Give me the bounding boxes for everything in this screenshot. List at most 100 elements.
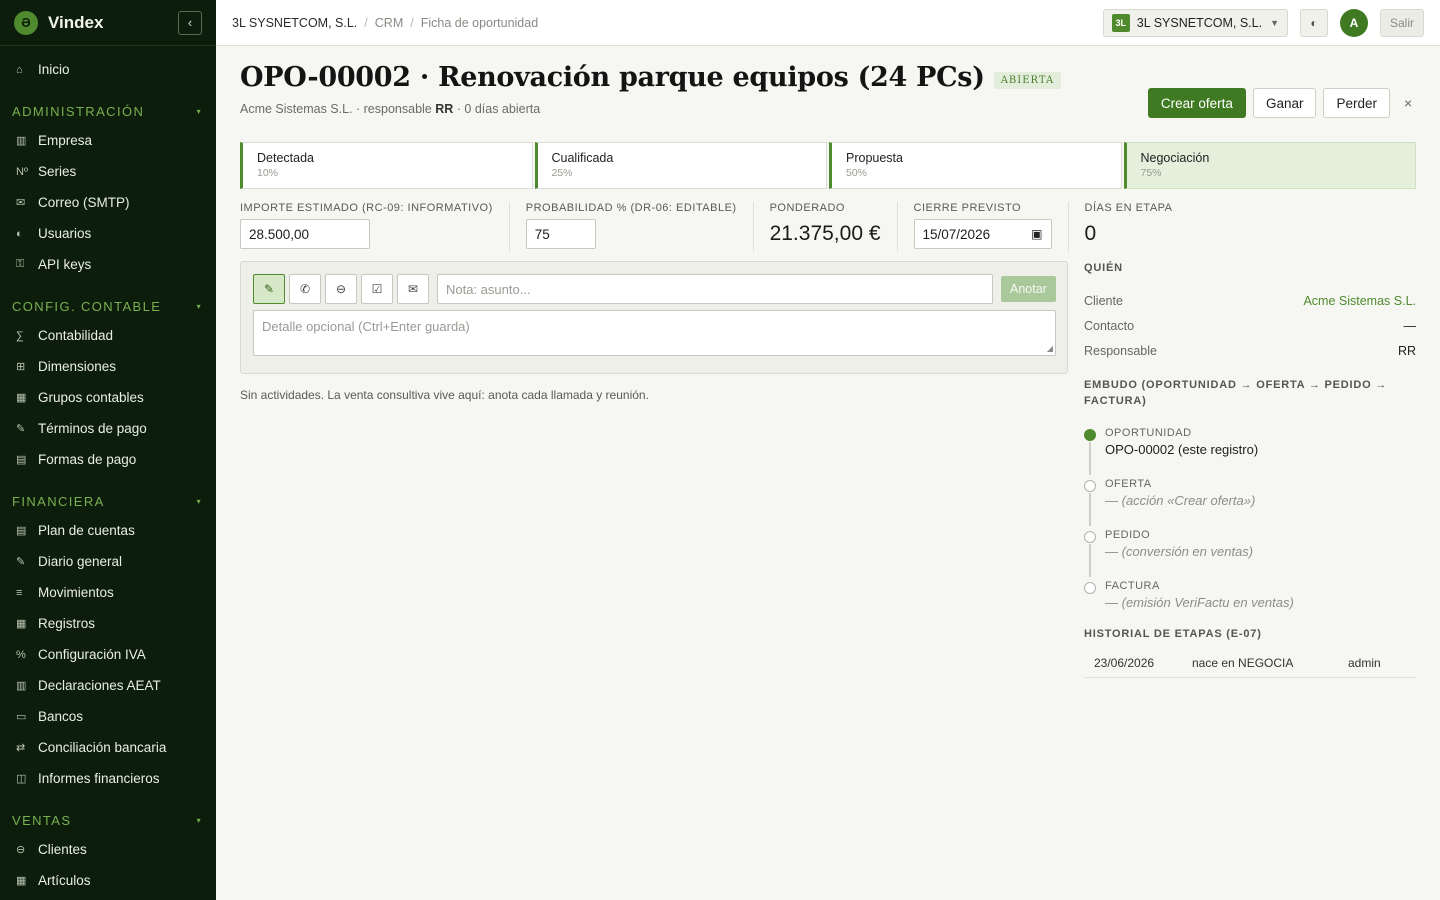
caret-down-icon: ▼: [1270, 17, 1279, 28]
tax-icon: ▥: [16, 680, 27, 692]
subject-input[interactable]: Nota: asunto...: [437, 274, 993, 304]
sidebar-item-articulos[interactable]: ▦ Artículos: [0, 865, 216, 896]
resize-grip-icon[interactable]: ◢: [1047, 344, 1053, 353]
email-tool-button[interactable]: ✉: [397, 274, 429, 304]
who-row-cliente: Cliente Acme Sistemas S.L.: [1084, 288, 1416, 313]
meeting-icon: ⊖: [335, 282, 347, 296]
sidebar-item-label: Informes financieros: [38, 771, 160, 786]
detail-placeholder: Detalle opcional (Ctrl+Enter guarda): [262, 319, 470, 334]
calendar-icon[interactable]: ▣: [1031, 227, 1042, 241]
funnel-step-oportunidad: OPORTUNIDAD OPO-00002 (este registro): [1084, 423, 1416, 475]
sidebar-item-series[interactable]: Nº Series: [0, 156, 216, 187]
history-row: 23/06/2026 nace en NEGOCIA admin: [1084, 648, 1416, 678]
stage-percent: 10%: [257, 167, 279, 179]
detail-textarea[interactable]: Detalle opcional (Ctrl+Enter guarda) ◢: [253, 310, 1056, 356]
sidebar-item-registros[interactable]: ▦ Registros: [0, 608, 216, 639]
sidebar-item-dimensiones[interactable]: ⊞ Dimensiones: [0, 351, 216, 382]
sidebar-item-inicio[interactable]: ⌂ Inicio: [0, 54, 216, 85]
ledger-icon: ▤: [16, 525, 27, 537]
timeline-line: [1089, 442, 1091, 475]
page-title: OPO-00002 · Renovación parque equipos (2…: [240, 62, 985, 93]
stage-propuesta[interactable]: Propuesta 50%: [829, 142, 1122, 189]
company-badge: 3L: [1111, 13, 1130, 32]
sidebar-item-bancos[interactable]: ▭ Bancos: [0, 701, 216, 732]
funnel-step-factura: FACTURA — (emisión VeriFactu en ventas): [1084, 576, 1416, 620]
collapse-sidebar-button[interactable]: ‹: [178, 10, 202, 35]
amount-input[interactable]: 28.500,00: [240, 219, 370, 249]
who-heading: QUIÉN: [1084, 262, 1123, 274]
client-link[interactable]: Acme Sistemas S.L.: [1303, 294, 1416, 308]
stage-percent: 75%: [1140, 167, 1162, 179]
sidebar-item-informes[interactable]: ◫ Informes financieros: [0, 763, 216, 794]
stage-negociacion[interactable]: Negociación 75%: [1123, 142, 1416, 189]
meeting-tool-button[interactable]: ⊖: [325, 274, 357, 304]
company-selector[interactable]: 3L 3L SYSNETCOM, S.L. ▼: [1102, 8, 1288, 37]
who-key: Cliente: [1084, 293, 1123, 308]
sidebar-item-terminos-pago[interactable]: ✎ Términos de pago: [0, 413, 216, 444]
task-tool-button[interactable]: ☑: [361, 274, 393, 304]
section-administracion[interactable]: ADMINISTRACIÓN ▾: [0, 97, 216, 125]
sidebar-item-diario-general[interactable]: ✎ Diario general: [0, 546, 216, 577]
stage-name: Propuesta: [846, 151, 903, 165]
win-button[interactable]: Ganar: [1252, 88, 1317, 118]
sidebar-item-clientes[interactable]: ⊖ Clientes: [0, 834, 216, 865]
close-date-input[interactable]: 15/07/2026 ▣: [913, 219, 1052, 249]
stage-detectada[interactable]: Detectada 10%: [240, 142, 533, 189]
breadcrumb-crm[interactable]: CRM: [375, 16, 403, 30]
sidebar-item-conciliacion[interactable]: ⇄ Conciliación bancaria: [0, 732, 216, 763]
annotate-button[interactable]: Anotar: [1001, 276, 1056, 302]
section-config-contable[interactable]: CONFIG. CONTABLE ▾: [0, 292, 216, 320]
metric-label: PONDERADO: [769, 202, 845, 214]
stage-percent: 25%: [551, 167, 573, 179]
step-label: OFERTA: [1105, 478, 1152, 490]
close-icon[interactable]: ×: [1404, 95, 1416, 111]
probability-input[interactable]: 75: [525, 219, 596, 249]
sidebar-item-label: Registros: [38, 616, 96, 631]
stage-cualificada[interactable]: Cualificada 25%: [534, 142, 827, 189]
note-tool-button[interactable]: ✎: [253, 274, 285, 304]
sidebar-item-grupos-contables[interactable]: ▦ Grupos contables: [0, 382, 216, 413]
sidebar-item-empresa[interactable]: ▥ Empresa: [0, 125, 216, 156]
page-subtitle: Acme Sistemas S.L. · responsable RR · 0 …: [240, 102, 540, 116]
sidebar-item-label: Conciliación bancaria: [38, 740, 167, 755]
sidebar-item-movimientos[interactable]: ≡ Movimientos: [0, 577, 216, 608]
avatar[interactable]: A: [1339, 8, 1368, 37]
metric-weighted: PONDERADO 21.375,00 €: [752, 202, 897, 252]
sidebar-item-declaraciones-aeat[interactable]: ▥ Declaraciones AEAT: [0, 670, 216, 701]
key-icon: ⚿: [16, 258, 25, 270]
section-title: VENTAS: [12, 812, 72, 828]
brand-name: Vindex: [48, 12, 104, 32]
sidebar-item-label: Contabilidad: [38, 328, 114, 343]
metric-label: DÍAS EN ETAPA: [1084, 202, 1173, 214]
phone-icon: ✆: [299, 282, 311, 296]
list-icon: ≡: [16, 586, 23, 599]
brand-bar: Ə Vindex ‹: [0, 0, 216, 46]
home-icon: ⌂: [16, 63, 23, 76]
funnel-heading: EMBUDO (OPORTUNIDAD → OFERTA → PEDIDO → …: [1084, 379, 1388, 407]
grid-icon: ⊞: [16, 361, 26, 373]
create-offer-button[interactable]: Crear oferta: [1147, 88, 1246, 118]
step-desc: — (conversión en ventas): [1105, 544, 1254, 559]
sidebar-item-configuracion-iva[interactable]: % Configuración IVA: [0, 639, 216, 670]
step-desc: — (emisión VeriFactu en ventas): [1105, 595, 1294, 610]
history-event: nace en NEGOCIA: [1192, 655, 1294, 670]
card-icon: ▤: [16, 454, 27, 466]
sidebar-item-plan-cuentas[interactable]: ▤ Plan de cuentas: [0, 515, 216, 546]
sidebar-item-label: Clientes: [38, 842, 87, 857]
theme-toggle-button[interactable]: ◐: [1299, 8, 1328, 37]
mail-icon: ✉: [407, 282, 419, 296]
sidebar-item-label: Artículos: [38, 873, 91, 888]
sidebar-item-correo[interactable]: ✉ Correo (SMTP): [0, 187, 216, 218]
sidebar-item-api-keys[interactable]: ⚿ API keys: [0, 249, 216, 280]
sidebar-item-contabilidad[interactable]: ∑ Contabilidad: [0, 320, 216, 351]
sidebar-item-formas-pago[interactable]: ▤ Formas de pago: [0, 444, 216, 475]
percent-icon: %: [16, 648, 26, 661]
lose-button[interactable]: Perder: [1323, 88, 1390, 118]
breadcrumb-company[interactable]: 3L SYSNETCOM, S.L.: [232, 16, 357, 30]
logout-button[interactable]: Salir: [1379, 8, 1424, 37]
section-financiera[interactable]: FINANCIERA ▾: [0, 487, 216, 515]
sidebar-item-usuarios[interactable]: ◐ Usuarios: [0, 218, 216, 249]
section-ventas[interactable]: VENTAS ▾: [0, 806, 216, 834]
call-tool-button[interactable]: ✆: [289, 274, 321, 304]
report-icon: ◫: [16, 773, 27, 785]
